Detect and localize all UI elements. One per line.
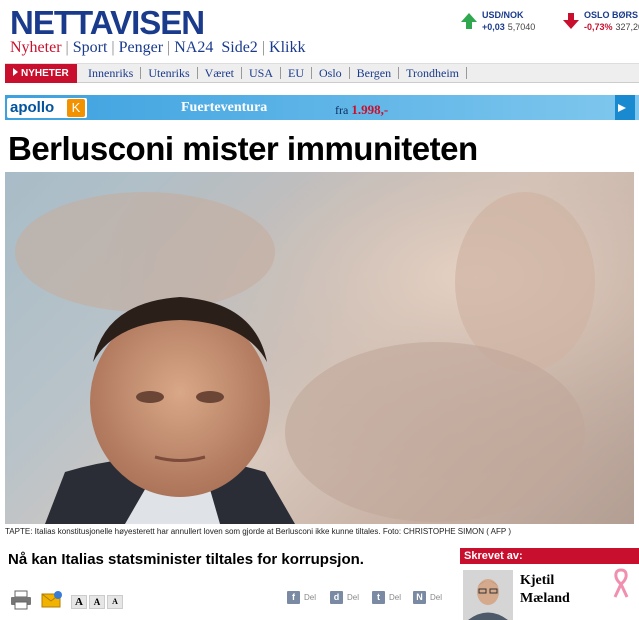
- twitter-icon: t: [372, 591, 385, 604]
- share-delicious[interactable]: d Del: [330, 591, 359, 604]
- ad-price-prefix: fra: [335, 103, 349, 117]
- author-box: Skrevet av: Kjetil Mæland: [460, 548, 639, 620]
- nav-item-eu[interactable]: EU: [281, 67, 312, 79]
- sub-navbar: NYHETER Innenriks Utenriks Været USA EU Oslo B…: [5, 63, 639, 83]
- nettby-icon: N: [413, 591, 426, 604]
- font-size-large-button[interactable]: A: [71, 595, 87, 609]
- share-facebook[interactable]: f Del: [287, 591, 316, 604]
- author-portrait-illustration: [463, 570, 513, 620]
- section-sport[interactable]: Sport: [73, 39, 108, 57]
- share-twitter[interactable]: t Del: [372, 591, 401, 604]
- share-label: Del: [304, 593, 317, 602]
- ad-price-value: 1.998,-: [351, 102, 389, 117]
- nav-item-usa[interactable]: USA: [242, 67, 281, 79]
- section-klikk[interactable]: Klikk: [269, 39, 305, 57]
- author-name[interactable]: Kjetil Mæland: [520, 572, 570, 608]
- triangle-right-icon: [13, 68, 18, 76]
- article-headline: Berlusconi mister immuniteten: [8, 130, 478, 167]
- print-icon[interactable]: [10, 590, 32, 610]
- nettavisen-logo[interactable]: NETTAVISEN: [10, 4, 205, 42]
- facebook-icon: f: [287, 591, 300, 604]
- ticker-value: 327,20: [615, 22, 639, 32]
- font-size-controls: A A A: [71, 595, 123, 609]
- author-photo[interactable]: [463, 570, 513, 620]
- apollo-ad-banner[interactable]: apollo K Fuerteventura fra 1.998,-: [5, 95, 639, 120]
- share-label: Del: [347, 593, 360, 602]
- section-penger[interactable]: Penger: [119, 39, 163, 57]
- article-photo[interactable]: [5, 172, 634, 524]
- logo-text: NETTAVISEN: [10, 4, 205, 41]
- ticker-change: -0,73%: [584, 22, 613, 32]
- author-last-name: Mæland: [520, 591, 570, 606]
- ticker-name: OSLO BØRS: [584, 10, 639, 20]
- section-side2[interactable]: Side2: [221, 39, 257, 57]
- ad-price: fra 1.998,-: [335, 102, 388, 118]
- author-box-heading: Skrevet av:: [460, 548, 639, 564]
- share-label: Del: [430, 593, 443, 602]
- article-lead: Nå kan Italias statsminister tiltales fo…: [8, 551, 364, 568]
- share-label: Del: [389, 593, 402, 602]
- nav-item-nyheter-active[interactable]: NYHETER: [5, 64, 77, 83]
- ticker-name: USD/NOK: [482, 10, 524, 20]
- apollo-logo: apollo K: [7, 98, 87, 118]
- font-size-medium-button[interactable]: A: [89, 595, 105, 609]
- arrow-down-icon: [563, 13, 579, 29]
- nav-active-label: NYHETER: [21, 68, 69, 79]
- ad-destination: Fuerteventura: [181, 100, 268, 115]
- nav-item-innenriks[interactable]: Innenriks: [81, 67, 142, 79]
- nav-item-trondheim[interactable]: Trondheim: [399, 67, 468, 79]
- email-icon[interactable]: [41, 590, 63, 610]
- author-first-name: Kjetil: [520, 573, 555, 588]
- font-size-small-button[interactable]: A: [107, 595, 123, 609]
- ticker-value: 5,7040: [507, 22, 536, 32]
- photo-caption: TAPTE: Italias konstitusjonelle høyester…: [5, 527, 511, 536]
- apollo-logo-icon: K: [67, 99, 85, 117]
- nav-item-oslo[interactable]: Oslo: [312, 67, 350, 79]
- ad-arrow-icon: [615, 95, 635, 120]
- nav-item-utenriks[interactable]: Utenriks: [141, 67, 198, 79]
- nav-item-vaeret[interactable]: Været: [198, 67, 242, 79]
- delicious-icon: d: [330, 591, 343, 604]
- share-nettby[interactable]: N Del: [413, 591, 442, 604]
- ticker-change: +0,03: [482, 22, 505, 32]
- photo-illustration: [5, 172, 634, 524]
- section-nyheter[interactable]: Nyheter: [10, 39, 62, 57]
- section-nav: Nyheter | Sport | Penger | NA24 Side2 | Klikk: [10, 39, 306, 57]
- nav-item-bergen[interactable]: Bergen: [350, 67, 400, 79]
- arrow-up-icon: [461, 13, 477, 29]
- section-na24[interactable]: NA24: [174, 39, 213, 57]
- ad-brand-text: apollo: [10, 99, 55, 116]
- pink-ribbon-icon: [613, 568, 629, 598]
